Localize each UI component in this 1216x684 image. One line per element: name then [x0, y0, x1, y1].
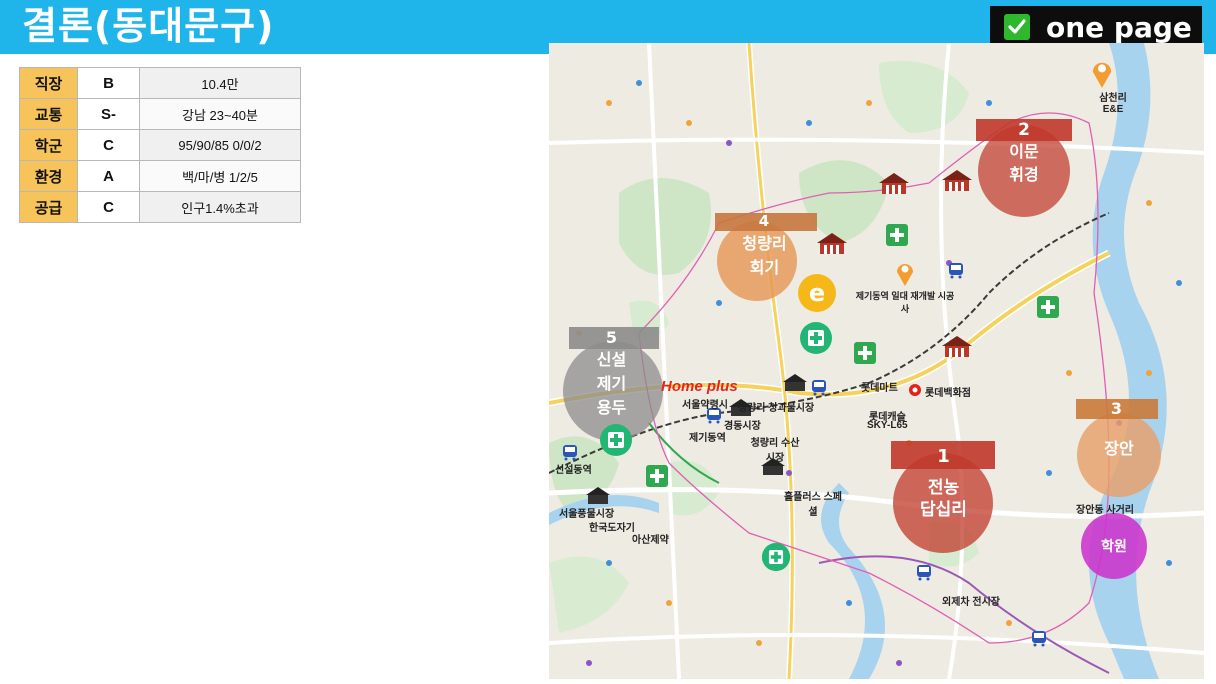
market-icon [879, 173, 909, 194]
value-cell: 강남 23~40분 [139, 98, 301, 130]
grade-cell: C [77, 191, 140, 223]
place-label: 한국도자기 [589, 523, 635, 534]
place-label: 청량리 수산시장 [750, 438, 800, 464]
market-icon [942, 336, 972, 357]
zone-1-number: 1 [937, 446, 950, 467]
grade-cell: B [77, 67, 140, 99]
zone-2-number: 2 [1018, 120, 1030, 140]
place-label: 아산제약 [632, 535, 669, 546]
subway-station-icon [1032, 631, 1046, 647]
table-row: 교통 S- 강남 23~40분 [19, 98, 301, 130]
table-row: 공급 C 인구1.4%초과 [19, 191, 301, 223]
place-label: 제기동역 일대 재개발 시공사 [855, 291, 955, 314]
place-label: 신설동역 [555, 465, 592, 476]
subway-station-icon [949, 263, 963, 279]
clinic-icon [854, 342, 876, 364]
clinic-icon [886, 224, 908, 246]
market-icon [586, 487, 610, 504]
grade-cell: S- [77, 98, 140, 130]
zone-5-number: 5 [605, 328, 618, 347]
zone-3-number: 3 [1110, 399, 1123, 418]
location-pin-icon [1092, 62, 1112, 88]
market-icon [783, 374, 807, 391]
table-row: 환경 A 백/마/병 1/2/5 [19, 160, 301, 192]
place-label: 롯데백화점 [925, 388, 971, 399]
category-cell: 교통 [19, 98, 78, 130]
market-icon [942, 170, 972, 191]
place-label: 장안동 사거리 [1076, 505, 1134, 516]
zone-2-label-1: 이문 [1009, 142, 1039, 161]
zone-3-label: 장안 [1104, 439, 1134, 458]
zone-4-label-2: 회기 [749, 258, 780, 277]
subway-station-icon [812, 380, 826, 396]
zone-2-label-2: 휘경 [1009, 165, 1039, 184]
market-icon [817, 233, 847, 254]
place-label: 청량리 청과물시장 [737, 403, 815, 414]
place-label: 홀플러스 스페셜 [784, 492, 842, 518]
table-row: 학군 C 95/90/85 0/0/2 [19, 129, 301, 161]
place-label: 서울풍물시장 [559, 509, 615, 520]
location-pin-icon [897, 264, 913, 286]
place-label: 삼천리 E&E [1099, 93, 1127, 115]
grade-cell: A [77, 160, 140, 192]
value-cell: 10.4만 [139, 67, 301, 99]
one-page-badge: one page [990, 6, 1202, 48]
zone-5-label-2: 제기 [596, 374, 627, 393]
emart-icon: e [798, 274, 836, 312]
category-cell: 직장 [19, 67, 78, 99]
zone-5-label-3: 용두 [596, 398, 627, 417]
zone-1-label-2: 답십리 [920, 500, 967, 520]
value-cell: 인구1.4%초과 [139, 191, 301, 223]
place-label: 제기동역 [689, 433, 726, 444]
value-cell: 95/90/85 0/0/2 [139, 129, 301, 161]
value-cell: 백/마/병 1/2/5 [139, 160, 301, 192]
clinic-icon [646, 465, 668, 487]
zone-4-label-1: 청량리 [742, 234, 787, 253]
hospital-icon [761, 542, 791, 572]
place-label: 서울약령시 [682, 400, 728, 411]
place-label: SKY-L65 [867, 420, 908, 431]
category-cell: 공급 [19, 191, 78, 223]
category-cell: 환경 [19, 160, 78, 192]
district-map[interactable]: 1 전농 답십리 2 이문 휘경 3 장안 4 청량리 회기 5 신설 제기 용… [549, 43, 1204, 679]
home-plus-label: Home plus [661, 378, 738, 395]
subway-station-icon [563, 445, 577, 461]
table-row: 직장 B 10.4만 [19, 67, 301, 99]
checkbox-icon [1004, 14, 1030, 40]
hospital-icon [600, 424, 632, 456]
clinic-icon [1037, 296, 1059, 318]
grade-cell: C [77, 129, 140, 161]
place-label: 롯데마트 [861, 383, 898, 394]
badge-label: one page [1046, 10, 1192, 44]
page-title: 결론(동대문구) [22, 4, 275, 48]
svg-text:e: e [809, 279, 825, 307]
hospital-icon [800, 322, 832, 354]
zone-4-number: 4 [758, 212, 770, 230]
zone-5-label-1: 신설 [596, 350, 627, 369]
subway-station-icon [917, 565, 931, 581]
lotte-icon [909, 384, 921, 396]
category-cell: 학군 [19, 129, 78, 161]
academy-label: 학원 [1101, 539, 1127, 555]
place-label: 경동시장 [724, 421, 761, 432]
zone-1-label-1: 전농 [927, 478, 960, 498]
place-label: 외제차 전시장 [942, 597, 1000, 608]
summary-table: 직장 B 10.4만 교통 S- 강남 23~40분 학군 C 95/90/85… [19, 67, 301, 223]
